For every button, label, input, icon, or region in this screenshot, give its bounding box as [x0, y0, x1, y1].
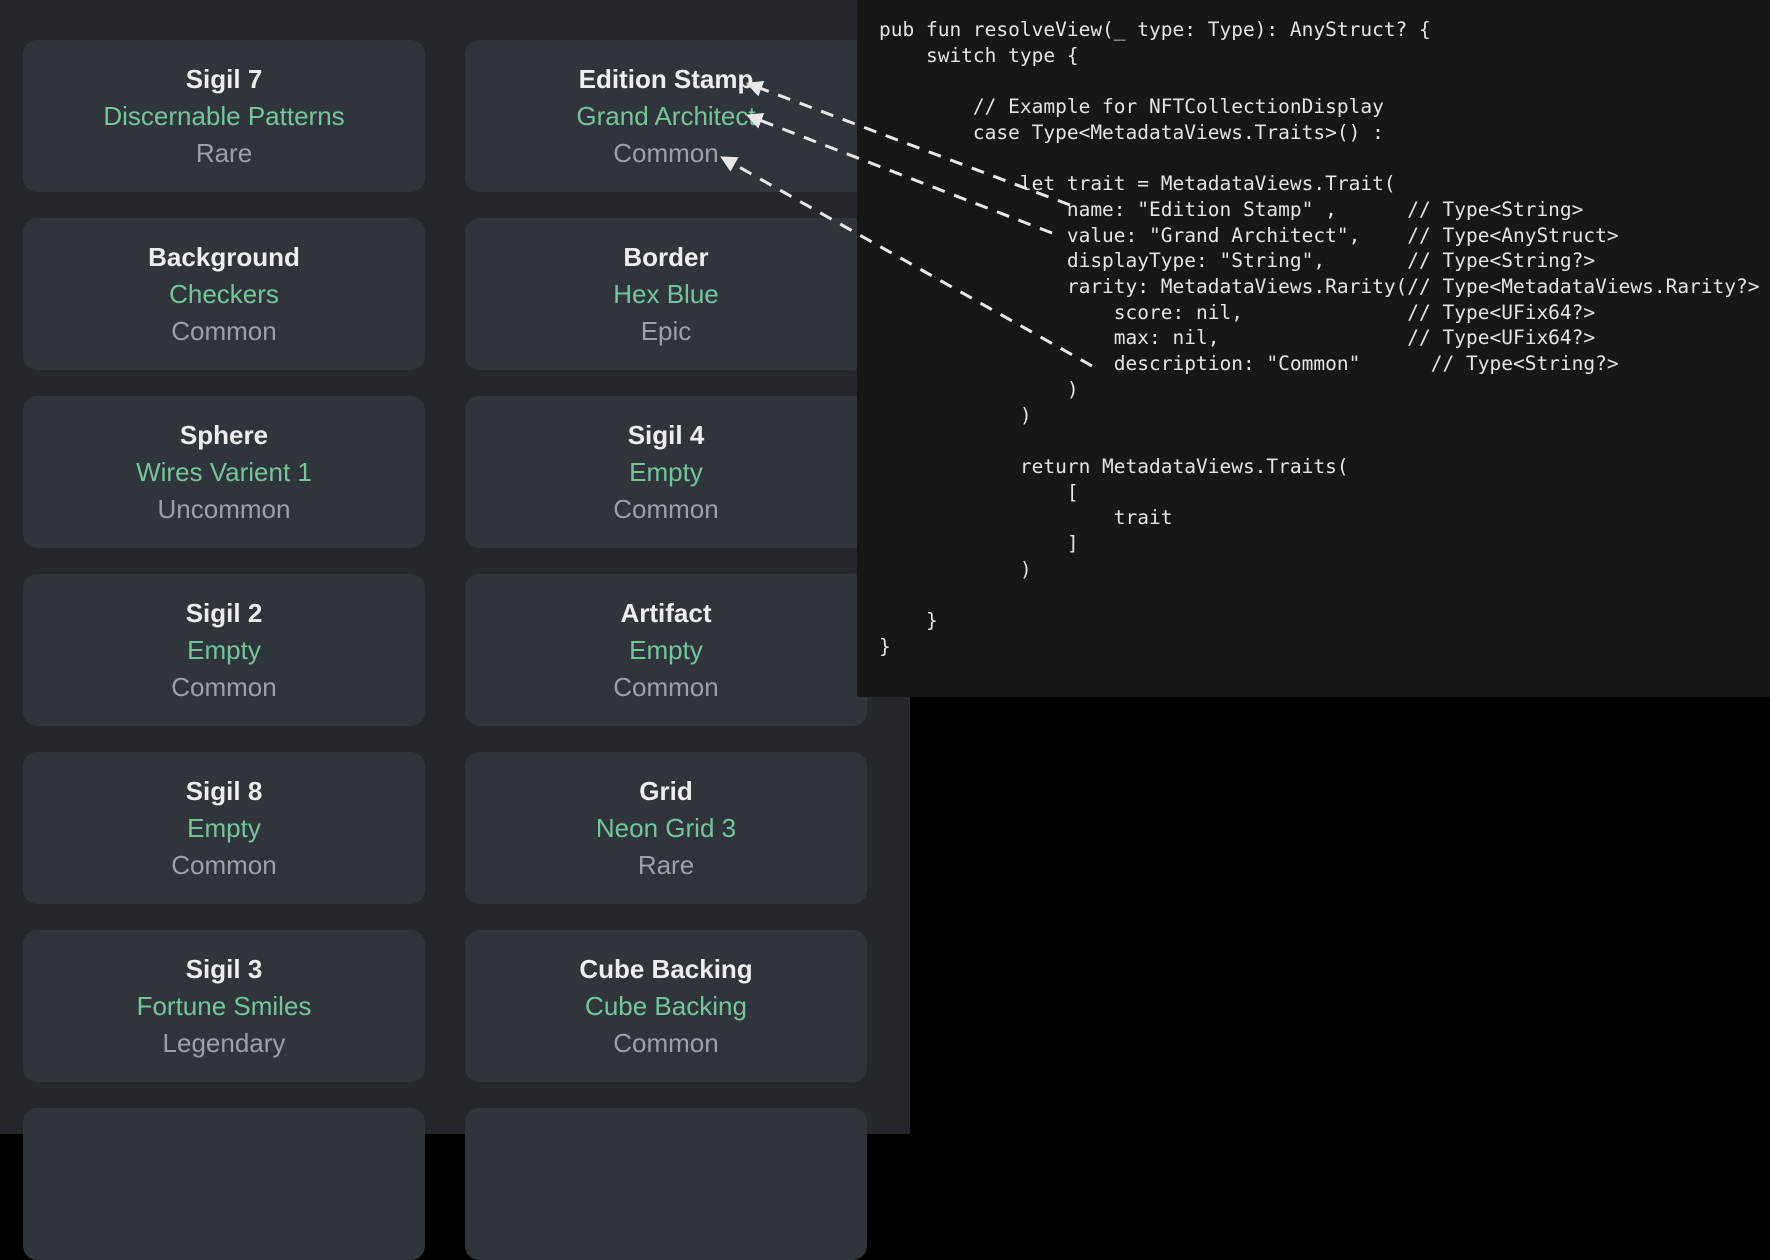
trait-card-value: Checkers [23, 276, 425, 313]
trait-card: Sigil 3Fortune SmilesLegendary [23, 930, 425, 1082]
trait-card-rarity: Common [465, 135, 867, 172]
trait-card-title: Edition Stamp [465, 60, 867, 98]
trait-card-value: Empty [23, 632, 425, 669]
trait-card: Sigil 7Discernable PatternsRare [23, 40, 425, 192]
trait-card-title: Sigil 4 [465, 416, 867, 454]
trait-card: GridNeon Grid 3Rare [465, 752, 867, 904]
code-panel: pub fun resolveView(_ type: Type): AnySt… [857, 0, 1770, 697]
trait-card-value: Neon Grid 3 [465, 810, 867, 847]
trait-card-rarity: Legendary [23, 1025, 425, 1062]
trait-card-title: Sigil 2 [23, 594, 425, 632]
trait-card-rarity: Common [465, 491, 867, 528]
trait-card-rarity: Rare [465, 847, 867, 884]
trait-card: Sigil 8EmptyCommon [23, 752, 425, 904]
trait-card: Sigil 4EmptyCommon [465, 396, 867, 548]
trait-card-value: Discernable Patterns [23, 98, 425, 135]
trait-card-value: Fortune Smiles [23, 988, 425, 1025]
trait-card-value: Wires Varient 1 [23, 454, 425, 491]
trait-card-rarity: Common [23, 313, 425, 350]
trait-card: ArtifactEmptyCommon [465, 574, 867, 726]
trait-card: Edition StampGrand ArchitectCommon [465, 40, 867, 192]
traits-panel: Sigil 7Discernable PatternsRareEdition S… [0, 0, 910, 1134]
trait-card-rarity: Common [465, 669, 867, 706]
trait-card: Sigil 2EmptyCommon [23, 574, 425, 726]
trait-card: Cube BackingCube BackingCommon [465, 930, 867, 1082]
trait-card-partial [465, 1108, 867, 1260]
trait-card-title: Sigil 7 [23, 60, 425, 98]
trait-card: BorderHex BlueEpic [465, 218, 867, 370]
trait-card-rarity: Epic [465, 313, 867, 350]
trait-card-title: Background [23, 238, 425, 276]
trait-card-value: Hex Blue [465, 276, 867, 313]
trait-cards-grid: Sigil 7Discernable PatternsRareEdition S… [23, 40, 867, 1260]
trait-card-title: Sigil 8 [23, 772, 425, 810]
code-block: pub fun resolveView(_ type: Type): AnySt… [857, 0, 1770, 660]
trait-card-value: Empty [23, 810, 425, 847]
trait-card-rarity: Uncommon [23, 491, 425, 528]
trait-card-rarity: Common [465, 1025, 867, 1062]
trait-card-title: Artifact [465, 594, 867, 632]
trait-card-title: Cube Backing [465, 950, 867, 988]
trait-card-title: Border [465, 238, 867, 276]
trait-card-rarity: Rare [23, 135, 425, 172]
trait-card-value: Grand Architect [465, 98, 867, 135]
trait-card: BackgroundCheckersCommon [23, 218, 425, 370]
trait-card-partial [23, 1108, 425, 1260]
trait-card-value: Empty [465, 632, 867, 669]
trait-card-title: Grid [465, 772, 867, 810]
trait-card-value: Empty [465, 454, 867, 491]
trait-card-rarity: Common [23, 847, 425, 884]
trait-card-title: Sigil 3 [23, 950, 425, 988]
trait-card-value: Cube Backing [465, 988, 867, 1025]
trait-card: SphereWires Varient 1Uncommon [23, 396, 425, 548]
trait-card-rarity: Common [23, 669, 425, 706]
trait-card-title: Sphere [23, 416, 425, 454]
